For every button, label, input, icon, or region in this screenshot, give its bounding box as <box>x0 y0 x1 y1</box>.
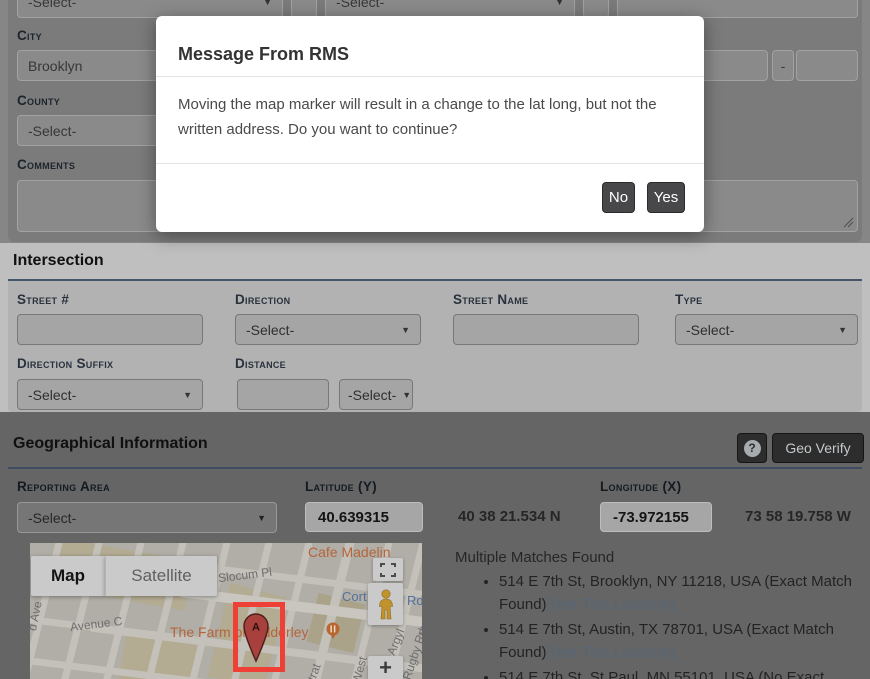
latitude-dms: 40 38 21.534 N <box>458 502 561 532</box>
chevron-down-icon: ▼ <box>549 0 564 7</box>
resize-handle-icon[interactable] <box>843 217 854 228</box>
geo-heading: Geographical Information <box>13 435 208 453</box>
street-label-cortelyou: Cort <box>342 589 367 604</box>
section-divider <box>8 467 862 469</box>
geo-verify-button[interactable]: Geo Verify <box>772 433 864 463</box>
direction-select[interactable]: -Select- ▼ <box>235 314 421 345</box>
match-item: 514 E 7th St, Austin, TX 78701, USA (Exa… <box>499 618 867 664</box>
latitude-input[interactable]: 40.639315 <box>305 502 423 532</box>
modal-footer-divider <box>156 163 704 164</box>
direction-suffix-select[interactable]: -Select- ▼ <box>17 379 203 410</box>
message-modal: Message From RMS Moving the map marker w… <box>156 16 704 232</box>
chevron-down-icon: ▼ <box>396 390 411 400</box>
match-item: 514 E 7th St, St Paul, MN 55101, USA (No… <box>499 666 867 679</box>
direction-suffix-label: Direction Suffix <box>17 356 113 371</box>
satellite-view-button[interactable]: Satellite <box>105 556 217 596</box>
yes-button[interactable]: Yes <box>647 182 685 213</box>
longitude-label: Longitude (X) <box>600 479 681 494</box>
matches-title: Multiple Matches Found <box>455 549 614 566</box>
restaurant-poi-icon[interactable] <box>326 622 340 640</box>
street-number-input[interactable] <box>17 314 203 345</box>
zip-plus4-input[interactable] <box>796 50 858 81</box>
longitude-input[interactable]: -73.972155 <box>600 502 712 532</box>
longitude-dms: 73 58 19.758 W <box>745 502 851 532</box>
chevron-down-icon: ▼ <box>832 325 847 335</box>
reporting-area-label: Reporting Area <box>17 479 110 494</box>
street-name-label: Street Name <box>453 292 528 307</box>
chevron-down-icon: ▼ <box>177 390 192 400</box>
modal-divider <box>156 76 704 77</box>
marker-letter: A <box>252 622 260 634</box>
help-button[interactable]: ? <box>737 433 767 463</box>
zip-separator: - <box>772 50 794 81</box>
use-this-location-link[interactable]: [Use This Location] <box>547 644 675 661</box>
street-name-input[interactable] <box>453 314 639 345</box>
matches-list: 514 E 7th St, Brooklyn, NY 11218, USA (E… <box>455 570 867 679</box>
map-canvas[interactable]: Cafe Madelin Slocum Pl Cort Rd Avenue C … <box>30 543 422 679</box>
rms-page: -Select- ▼ -Select- ▼ City Brooklyn - Co… <box>0 0 870 679</box>
latitude-label: Latitude (Y) <box>305 479 377 494</box>
modal-title: Message From RMS <box>178 44 349 65</box>
county-select-value: -Select- <box>28 123 76 139</box>
pegman-control[interactable] <box>368 583 403 625</box>
type-select[interactable]: -Select- ▼ <box>675 314 858 345</box>
match-item: 514 E 7th St, Brooklyn, NY 11218, USA (E… <box>499 570 867 616</box>
distance-input[interactable] <box>237 379 329 410</box>
map-view-button[interactable]: Map <box>31 556 105 596</box>
city-value: Brooklyn <box>28 58 82 74</box>
pegman-icon <box>376 589 396 620</box>
help-icon: ? <box>744 440 761 457</box>
chevron-down-icon: ▼ <box>395 325 410 335</box>
intersection-section: Intersection Street # Direction -Select-… <box>0 243 870 412</box>
reporting-area-select[interactable]: -Select- ▼ <box>17 502 277 533</box>
modal-message: Moving the map marker will result in a c… <box>178 92 682 142</box>
no-button[interactable]: No <box>602 182 635 213</box>
distance-label: Distance <box>235 356 286 371</box>
type-label: Type <box>675 292 702 307</box>
county-label: County <box>17 93 60 108</box>
direction-label: Direction <box>235 292 290 307</box>
map-marker[interactable]: A <box>243 613 269 663</box>
zoom-in-button[interactable]: + <box>368 656 403 679</box>
use-this-location-link[interactable]: [Use This Location] <box>547 596 675 613</box>
fullscreen-icon <box>380 563 396 577</box>
chevron-down-icon: ▼ <box>251 513 266 523</box>
chevron-down-icon: ▼ <box>257 0 272 7</box>
fullscreen-button[interactable] <box>373 558 403 581</box>
distance-unit-select[interactable]: -Select- ▼ <box>339 379 413 410</box>
intersection-heading: Intersection <box>13 252 104 270</box>
street-label-argyle: Argyl <box>384 627 407 658</box>
address-select-a-value: -Select- <box>28 0 76 10</box>
city-label: City <box>17 28 42 43</box>
comments-label: Comments <box>17 157 75 172</box>
street-number-label: Street # <box>17 292 69 307</box>
address-select-b-value: -Select- <box>336 0 384 10</box>
street-label-rd: Rd <box>407 593 422 608</box>
